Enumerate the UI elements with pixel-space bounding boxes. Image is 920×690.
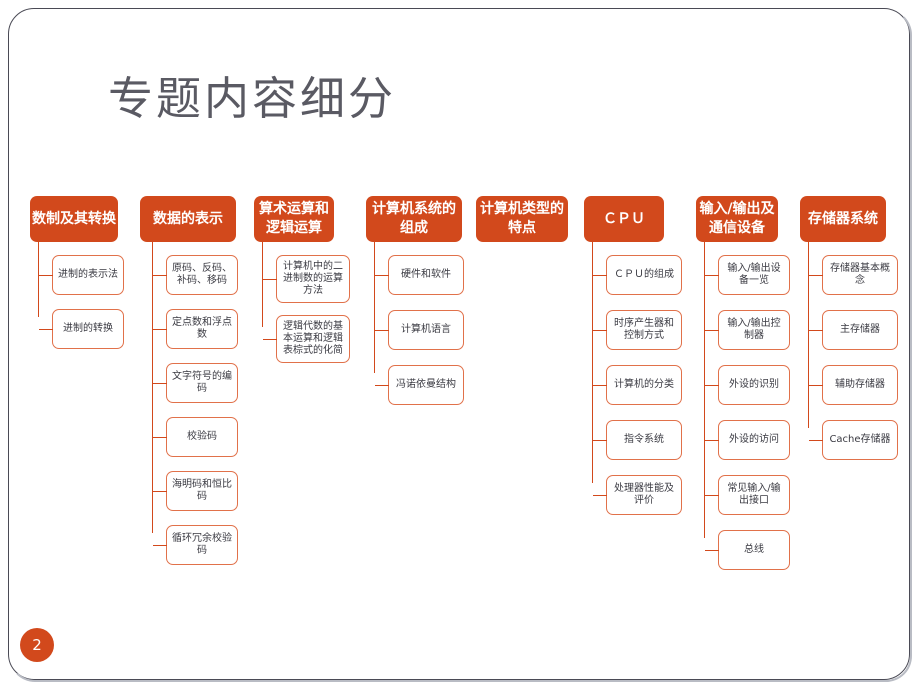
page-number-badge: 2 <box>20 628 54 662</box>
diagram-connector-line <box>262 242 263 327</box>
diagram-child-node[interactable]: 计算机语言 <box>375 310 464 350</box>
diagram-root-node[interactable]: 计算机类型的特点 <box>476 196 568 242</box>
diagram-child-label: 逻辑代数的基本运算和逻辑表棕式的化简 <box>283 321 343 356</box>
diagram-child-node[interactable]: 定点数和浮点数 <box>153 309 238 349</box>
diagram-child-label: 文字符号的编码 <box>172 371 232 394</box>
diagram-child-node[interactable]: 循环冗余校验码 <box>153 525 238 565</box>
diagram-child-node[interactable]: 文字符号的编码 <box>153 363 238 403</box>
diagram-root-node[interactable]: 计算机系统的组成 <box>366 196 462 242</box>
diagram-children-group: 进制的表示法 进制的转换 <box>30 242 124 349</box>
diagram-children-group: ＣＰＵ的组成时序产生器和控制方式计算机的分类 指令系统处理器性能及评价 <box>584 242 682 515</box>
diagram-child-label: 原码、反码、补码、移码 <box>172 263 232 286</box>
diagram-child-label: 处理器性能及评价 <box>614 483 674 506</box>
diagram-child-node[interactable]: 处理器性能及评价 <box>593 475 682 515</box>
diagram-child-node[interactable]: 校验码 <box>153 417 238 457</box>
diagram-child-node[interactable]: 进制的表示法 <box>39 255 124 295</box>
diagram-child-node[interactable]: 硬件和软件 <box>375 255 464 295</box>
diagram-child-node[interactable]: 辅助存储器 <box>809 365 898 405</box>
diagram-child-label: ＣＰＵ的组成 <box>614 269 674 280</box>
diagram-root-node[interactable]: 存储器系统 <box>800 196 886 242</box>
diagram-child-node[interactable]: 冯诺依曼结构 <box>375 365 464 405</box>
diagram-child-node[interactable]: 海明码和恒比码 <box>153 471 238 511</box>
diagram-root-label: 计算机系统的组成 <box>372 201 456 236</box>
diagram-child-label: 辅助存储器 <box>835 379 885 390</box>
diagram-root-label: 数制及其转换 <box>32 210 116 227</box>
diagram-root-label: 存储器系统 <box>808 210 878 227</box>
diagram-root-label: 数据的表示 <box>153 210 223 227</box>
diagram-child-label: 存储器基本概念 <box>830 263 890 286</box>
diagram-child-node[interactable]: 总线 <box>705 530 790 570</box>
diagram-child-label: 计算机中的二进制数的运算方法 <box>283 261 343 296</box>
diagram-column-5: 计算机类型的特点 <box>476 196 568 242</box>
diagram-child-node[interactable]: 外设的识别 <box>705 365 790 405</box>
diagram-child-node[interactable]: 计算机的分类 <box>593 365 682 405</box>
diagram-connector-line <box>152 242 153 533</box>
diagram-child-label: Cache存储器 <box>829 434 891 445</box>
diagram-root-node[interactable]: 数据的表示 <box>140 196 236 242</box>
diagram-children-group: 存储器基本概念主存储器辅助存储器 Cache存储器 <box>800 242 898 460</box>
diagram-child-node[interactable]: Cache存储器 <box>809 420 898 460</box>
diagram-child-node[interactable]: 输入/输出控制器 <box>705 310 790 350</box>
diagram-child-label: 校验码 <box>187 431 217 442</box>
diagram-child-node[interactable]: 输入/输出设备一览 <box>705 255 790 295</box>
diagram-child-node[interactable]: 时序产生器和控制方式 <box>593 310 682 350</box>
diagram-child-node[interactable]: 外设的访问 <box>705 420 790 460</box>
diagram-child-label: 冯诺依曼结构 <box>396 379 456 390</box>
diagram-root-node[interactable]: 输入/输出及通信设备 <box>696 196 778 242</box>
diagram-child-label: 总线 <box>744 544 764 555</box>
diagram-root-node[interactable]: ＣＰＵ <box>584 196 664 242</box>
diagram-root-label: 计算机类型的特点 <box>480 201 564 236</box>
diagram-child-node[interactable]: 存储器基本概念 <box>809 255 898 295</box>
diagram-child-label: 主存储器 <box>840 324 880 335</box>
diagram-child-label: 指令系统 <box>624 434 664 445</box>
diagram-connector-line <box>592 242 593 483</box>
diagram-child-label: 时序产生器和控制方式 <box>614 318 674 341</box>
slide-canvas: 专题内容细分 数制及其转换 进制的表示法 进制的转换 数据的表示 原码、反码、补码、移码… <box>0 0 920 690</box>
diagram-children-group: 硬件和软件计算机语言冯诺依曼结构 <box>366 242 464 405</box>
diagram-column-3: 算术运算和逻辑运算计算机中的二进制数的运算方法 逻辑代数的基本运算和逻辑表棕式的化… <box>254 196 350 363</box>
diagram-root-label: ＣＰＵ <box>603 210 645 227</box>
diagram-child-label: 输入/输出设备一览 <box>727 263 781 286</box>
diagram-connector-line <box>38 242 39 317</box>
diagram-child-label: 外设的识别 <box>729 379 779 390</box>
diagram-children-group: 原码、反码、补码、移码 定点数和浮点数 文字符号的编码校验码海明码和恒比码 循环冗余校… <box>140 242 238 565</box>
diagram-child-node[interactable]: 计算机中的二进制数的运算方法 <box>263 255 350 303</box>
diagram-child-node[interactable]: 主存储器 <box>809 310 898 350</box>
diagram-child-node[interactable]: 原码、反码、补码、移码 <box>153 255 238 295</box>
diagram-child-node[interactable]: ＣＰＵ的组成 <box>593 255 682 295</box>
diagram-connector-line <box>374 242 375 373</box>
diagram-child-label: 外设的访问 <box>729 434 779 445</box>
diagram-child-label: 进制的表示法 <box>58 269 118 280</box>
diagram-child-label: 输入/输出控制器 <box>727 318 781 341</box>
diagram-child-label: 循环冗余校验码 <box>172 533 232 556</box>
diagram-column-6: ＣＰＵ ＣＰＵ的组成时序产生器和控制方式计算机的分类 指令系统处理器性能及评价 <box>584 196 682 515</box>
diagram-column-7: 输入/输出及通信设备输入/输出设备一览 输入/输出控制器外设的识别外设的访问常见输… <box>696 196 790 570</box>
diagram-child-label: 定点数和浮点数 <box>172 317 232 340</box>
diagram-root-label: 算术运算和逻辑运算 <box>259 201 329 236</box>
diagram-children-group: 计算机中的二进制数的运算方法 逻辑代数的基本运算和逻辑表棕式的化简 <box>254 242 350 363</box>
diagram-child-label: 计算机的分类 <box>614 379 674 390</box>
diagram-child-label: 计算机语言 <box>401 324 451 335</box>
diagram-child-label: 硬件和软件 <box>401 269 451 280</box>
diagram-root-node[interactable]: 算术运算和逻辑运算 <box>254 196 334 242</box>
topic-breakdown-diagram: 数制及其转换 进制的表示法 进制的转换 数据的表示 原码、反码、补码、移码 定点数和浮点数… <box>0 0 920 690</box>
diagram-child-node[interactable]: 进制的转换 <box>39 309 124 349</box>
diagram-child-node[interactable]: 常见输入/输出接口 <box>705 475 790 515</box>
diagram-connector-line <box>704 242 705 538</box>
diagram-column-1: 数制及其转换进制的表示法 进制的转换 <box>30 196 124 349</box>
diagram-connector-line <box>808 242 809 428</box>
diagram-child-label: 进制的转换 <box>63 323 113 334</box>
diagram-child-node[interactable]: 逻辑代数的基本运算和逻辑表棕式的化简 <box>263 315 350 363</box>
diagram-root-node[interactable]: 数制及其转换 <box>30 196 118 242</box>
diagram-children-group: 输入/输出设备一览 输入/输出控制器外设的识别外设的访问常见输入/输出接口总线 <box>696 242 790 570</box>
diagram-child-label: 海明码和恒比码 <box>172 479 232 502</box>
diagram-column-4: 计算机系统的组成硬件和软件计算机语言冯诺依曼结构 <box>366 196 464 405</box>
diagram-column-8: 存储器系统存储器基本概念主存储器辅助存储器 Cache存储器 <box>800 196 898 460</box>
diagram-child-label: 常见输入/输出接口 <box>727 483 781 506</box>
diagram-root-label: 输入/输出及通信设备 <box>699 201 775 236</box>
diagram-column-2: 数据的表示原码、反码、补码、移码 定点数和浮点数 文字符号的编码校验码海明码和恒比码… <box>140 196 238 565</box>
diagram-child-node[interactable]: 指令系统 <box>593 420 682 460</box>
